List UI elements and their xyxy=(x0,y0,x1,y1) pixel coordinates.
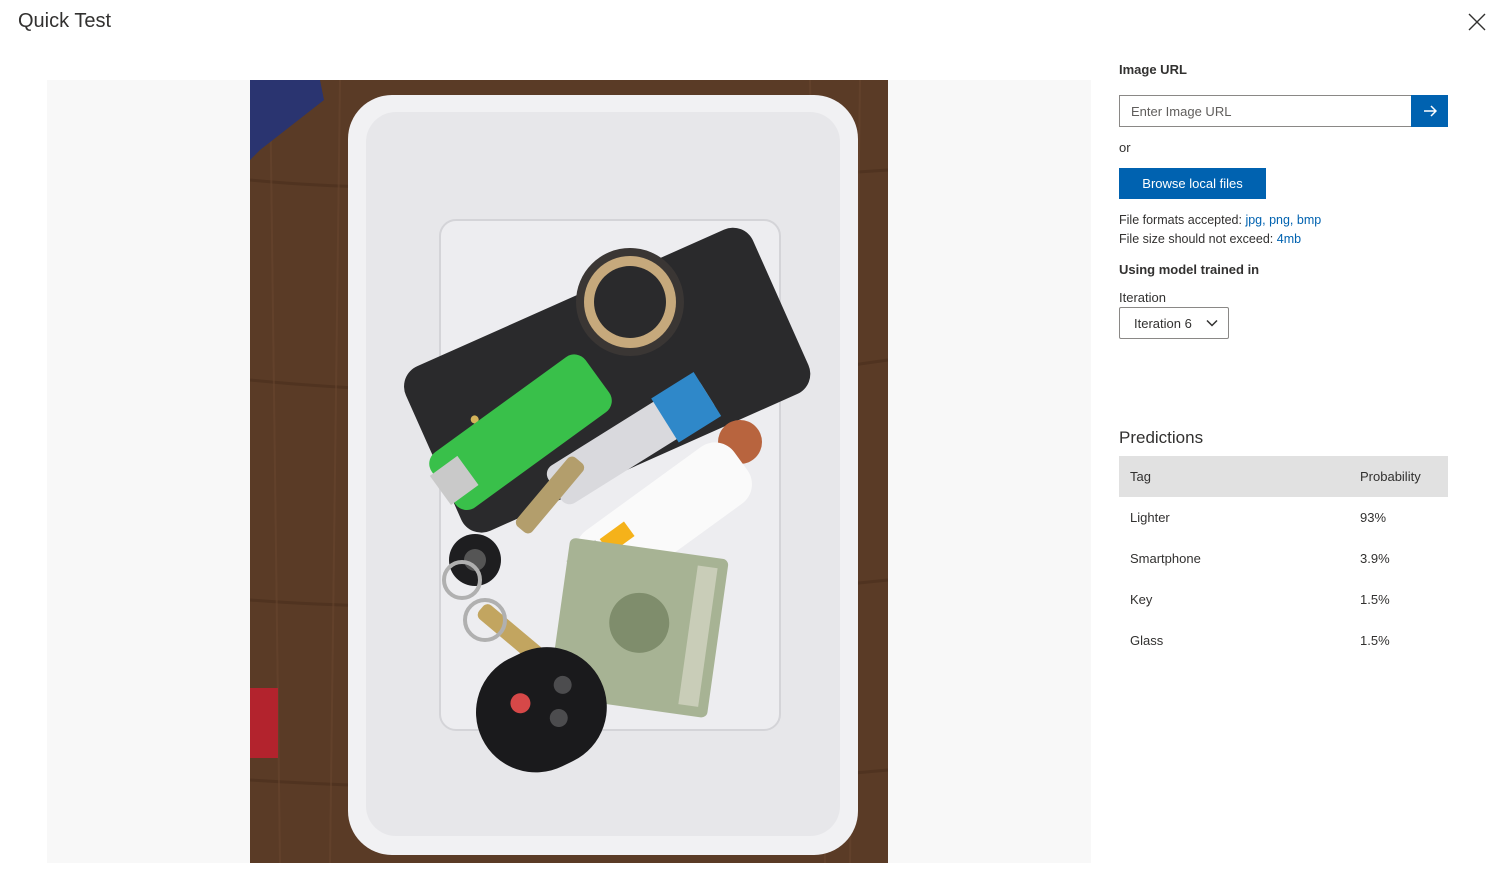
file-size-value: 4mb xyxy=(1276,232,1302,246)
predictions-header: Tag Probability xyxy=(1119,456,1448,497)
predictions-title: Predictions xyxy=(1119,428,1204,447)
header-tag: Tag xyxy=(1130,469,1151,484)
row-probability: 1.5% xyxy=(1360,592,1390,607)
image-preview-area xyxy=(47,80,1091,863)
chevron-down-icon xyxy=(1206,319,1218,327)
table-row: Smartphone 3.9% xyxy=(1119,538,1448,579)
image-url-row xyxy=(1119,95,1448,127)
row-probability: 3.9% xyxy=(1360,551,1390,566)
row-tag: Glass xyxy=(1130,633,1164,648)
dialog-title: Quick Test xyxy=(18,10,111,32)
close-button[interactable] xyxy=(1463,8,1491,36)
iteration-dropdown[interactable]: Iteration 6 xyxy=(1119,307,1229,339)
row-probability: 1.5% xyxy=(1360,633,1390,648)
table-row: Glass 1.5% xyxy=(1119,620,1448,661)
header-probability: Probability xyxy=(1360,469,1421,484)
row-tag: Key xyxy=(1130,592,1153,607)
predictions-table: Tag Probability Lighter 93% Smartphone 3… xyxy=(1119,456,1448,661)
image-url-input[interactable] xyxy=(1119,95,1411,127)
model-label: Using model trained in xyxy=(1119,262,1260,277)
iteration-selected-value: Iteration 6 xyxy=(1134,315,1192,331)
close-icon xyxy=(1468,13,1486,31)
row-tag: Lighter xyxy=(1130,510,1170,525)
table-row: Key 1.5% xyxy=(1119,579,1448,620)
file-formats-info: File formats accepted: jpg, png, bmp xyxy=(1119,213,1321,227)
or-label: or xyxy=(1119,140,1131,155)
quick-test-dialog: Quick Test Image URL Enter Image URL or … xyxy=(0,0,1501,876)
image-url-submit-button[interactable] xyxy=(1411,95,1448,127)
browse-local-files-button[interactable]: Browse local files xyxy=(1119,168,1266,199)
file-size-info: File size should not exceed: 4mb xyxy=(1119,232,1301,246)
file-size-label: File size should not exceed: xyxy=(1119,232,1274,246)
arrow-right-icon xyxy=(1423,105,1437,117)
test-image xyxy=(250,80,888,863)
iteration-label: Iteration xyxy=(1119,290,1166,305)
image-url-label: Image URL xyxy=(1119,62,1187,77)
file-formats-label: File formats accepted: xyxy=(1119,213,1242,227)
row-probability: 93% xyxy=(1360,510,1387,525)
row-tag: Smartphone xyxy=(1130,551,1201,566)
table-row: Lighter 93% xyxy=(1119,497,1448,538)
file-formats-values: jpg, png, bmp xyxy=(1245,213,1322,227)
